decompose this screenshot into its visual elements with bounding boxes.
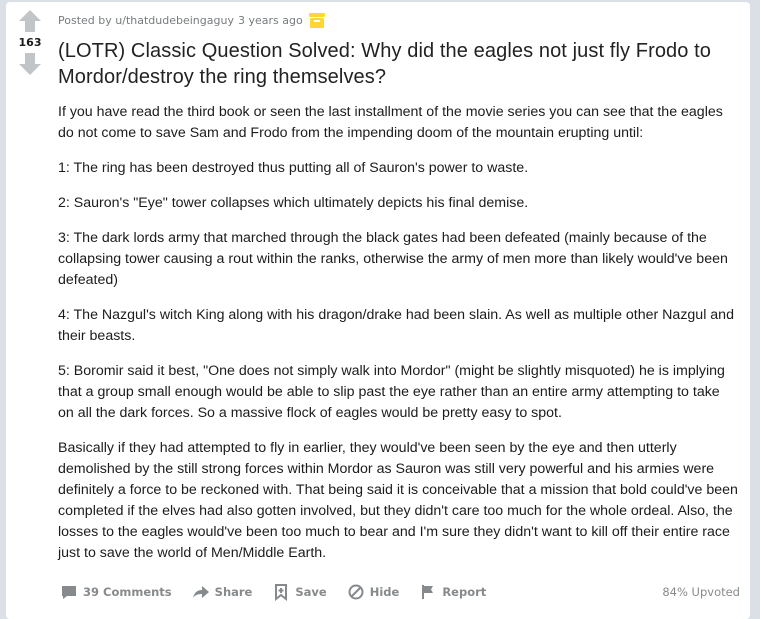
post-paragraph: 3: The dark lords army that marched thro… <box>58 230 728 288</box>
post-content: Posted by u/thatdudebeingaguy 3 years ag… <box>58 12 738 578</box>
flag-icon <box>422 585 434 599</box>
share-label: Share <box>214 585 253 599</box>
vote-column: 163 <box>6 8 54 77</box>
post-paragraph: If you have read the third book or seen … <box>58 104 723 141</box>
comment-bubble-icon <box>62 586 76 599</box>
share-arrow-icon <box>192 586 209 598</box>
post-paragraph: 4: The Nazgul's witch King along with hi… <box>58 307 734 344</box>
report-label: Report <box>442 585 487 599</box>
share-button[interactable]: Share <box>192 583 253 601</box>
save-button[interactable]: Save <box>272 583 327 601</box>
post-title[interactable]: (LOTR) Classic Question Solved: Why did … <box>58 38 738 90</box>
hide-circle-slash-icon <box>348 584 364 600</box>
comments-button[interactable]: 39 Comments <box>60 583 172 601</box>
author-link[interactable]: u/thatdudebeingaguy <box>115 14 234 27</box>
posted-by-prefix: Posted by <box>58 13 112 27</box>
hide-label: Hide <box>369 585 400 599</box>
post-actions-bar: 39 Comments Share Save Hide Report 84% U… <box>60 580 740 604</box>
post-paragraph: 5: Boromir said it best, "One does not s… <box>58 363 725 421</box>
post-body: If you have read the third book or seen … <box>58 102 738 564</box>
bookmark-plus-icon <box>275 584 288 601</box>
post-paragraph: 2: Sauron's "Eye" tower collapses which … <box>58 195 529 211</box>
upvote-ratio: 84% Upvoted <box>662 585 740 599</box>
hide-button[interactable]: Hide <box>347 583 400 601</box>
arrow-down-icon[interactable] <box>17 51 43 77</box>
arrow-up-icon[interactable] <box>17 8 43 34</box>
post-card: 163 Posted by u/thatdudebeingaguy 3 year… <box>6 2 750 619</box>
report-button[interactable]: Report <box>419 583 486 601</box>
save-label: Save <box>295 585 327 599</box>
post-meta: Posted by u/thatdudebeingaguy 3 years ag… <box>58 12 738 28</box>
post-paragraph: Basically if they had attempted to fly i… <box>58 440 738 561</box>
comments-label: 39 Comments <box>83 585 172 599</box>
post-age: 3 years ago <box>237 13 303 27</box>
vote-score: 163 <box>18 36 42 49</box>
post-paragraph: 1: The ring has been destroyed thus putt… <box>58 160 529 176</box>
archived-box-icon <box>308 12 325 28</box>
